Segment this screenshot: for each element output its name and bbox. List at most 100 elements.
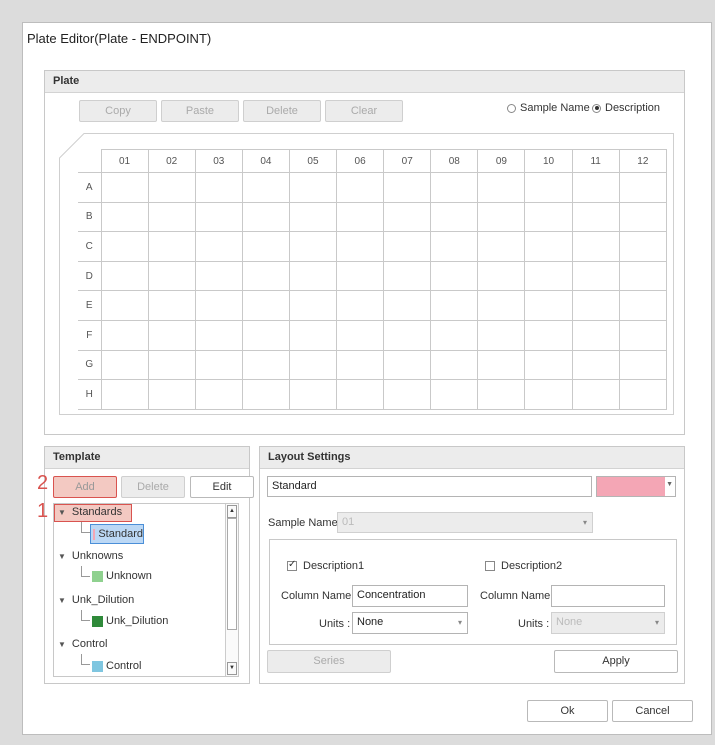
- well-cell[interactable]: [100, 172, 149, 203]
- row-header[interactable]: G: [78, 349, 102, 381]
- well-cell[interactable]: [241, 231, 290, 262]
- well-cell[interactable]: [618, 349, 668, 381]
- well-cell[interactable]: [147, 349, 196, 381]
- expand-icon[interactable]: ▼: [58, 552, 66, 561]
- well-cell[interactable]: [524, 379, 573, 410]
- well-cell[interactable]: [194, 260, 243, 292]
- expand-icon[interactable]: ▼: [58, 508, 66, 517]
- well-cell[interactable]: [288, 260, 338, 292]
- description-radio[interactable]: Description: [592, 102, 660, 114]
- well-cell[interactable]: [241, 172, 290, 203]
- well-cell[interactable]: [477, 260, 526, 292]
- well-cell[interactable]: [100, 260, 149, 292]
- well-cell[interactable]: [571, 290, 620, 321]
- column-name-2-input[interactable]: [551, 585, 665, 607]
- well-cell[interactable]: [241, 290, 290, 321]
- sample-name-radio[interactable]: Sample Name: [507, 102, 590, 114]
- well-cell[interactable]: [147, 319, 196, 351]
- color-picker[interactable]: ▼: [596, 476, 676, 497]
- column-header[interactable]: 08: [430, 149, 479, 173]
- well-cell[interactable]: [147, 231, 196, 262]
- layout-name-input[interactable]: Standard: [267, 476, 592, 497]
- column-header[interactable]: 06: [336, 149, 385, 173]
- scroll-down-arrow[interactable]: ▼: [227, 662, 237, 675]
- ok-button[interactable]: Ok: [527, 700, 608, 722]
- well-cell[interactable]: [194, 379, 243, 410]
- well-cell[interactable]: [194, 172, 243, 203]
- well-cell[interactable]: [383, 260, 432, 292]
- tree-scrollbar[interactable]: ▲ ▼: [225, 504, 238, 676]
- well-cell[interactable]: [288, 290, 338, 321]
- well-cell[interactable]: [618, 172, 668, 203]
- well-cell[interactable]: [383, 379, 432, 410]
- well-cell[interactable]: [383, 201, 432, 233]
- well-cell[interactable]: [430, 260, 479, 292]
- add-template-button[interactable]: Add: [53, 476, 117, 498]
- well-cell[interactable]: [524, 260, 573, 292]
- sample-name-select[interactable]: 01 ▾: [337, 512, 593, 533]
- well-cell[interactable]: [147, 172, 196, 203]
- paste-button[interactable]: Paste: [161, 100, 239, 122]
- well-cell[interactable]: [618, 319, 668, 351]
- well-cell[interactable]: [430, 349, 479, 381]
- well-cell[interactable]: [100, 201, 149, 233]
- well-cell[interactable]: [524, 290, 573, 321]
- well-cell[interactable]: [336, 290, 385, 321]
- column-name-1-input[interactable]: Concentration: [352, 585, 468, 607]
- scroll-thumb[interactable]: [227, 518, 237, 630]
- well-cell[interactable]: [100, 349, 149, 381]
- well-cell[interactable]: [241, 260, 290, 292]
- column-header[interactable]: 05: [288, 149, 338, 173]
- well-cell[interactable]: [477, 290, 526, 321]
- well-cell[interactable]: [336, 349, 385, 381]
- well-cell[interactable]: [571, 172, 620, 203]
- well-cell[interactable]: [477, 231, 526, 262]
- well-cell[interactable]: [241, 379, 290, 410]
- description1-checkbox[interactable]: Description1: [287, 559, 364, 572]
- row-header[interactable]: A: [78, 172, 102, 203]
- row-header[interactable]: B: [78, 201, 102, 233]
- well-cell[interactable]: [241, 349, 290, 381]
- well-cell[interactable]: [383, 231, 432, 262]
- well-cell[interactable]: [524, 231, 573, 262]
- well-cell[interactable]: [100, 290, 149, 321]
- well-cell[interactable]: [571, 349, 620, 381]
- well-cell[interactable]: [288, 231, 338, 262]
- column-header[interactable]: 02: [147, 149, 196, 173]
- clear-button[interactable]: Clear: [325, 100, 403, 122]
- well-cell[interactable]: [571, 260, 620, 292]
- series-button[interactable]: Series: [267, 650, 391, 673]
- column-header[interactable]: 03: [194, 149, 243, 173]
- well-cell[interactable]: [194, 290, 243, 321]
- well-cell[interactable]: [477, 379, 526, 410]
- well-cell[interactable]: [100, 379, 149, 410]
- well-cell[interactable]: [477, 349, 526, 381]
- column-header[interactable]: 10: [524, 149, 573, 173]
- tree-group-control[interactable]: ▼ Control: [58, 638, 107, 650]
- well-cell[interactable]: [524, 349, 573, 381]
- well-cell[interactable]: [524, 319, 573, 351]
- well-cell[interactable]: [618, 201, 668, 233]
- column-header[interactable]: 09: [477, 149, 526, 173]
- well-cell[interactable]: [336, 260, 385, 292]
- well-cell[interactable]: [336, 172, 385, 203]
- well-cell[interactable]: [288, 349, 338, 381]
- row-header[interactable]: E: [78, 290, 102, 321]
- column-header[interactable]: 04: [241, 149, 290, 173]
- row-header[interactable]: H: [78, 379, 102, 410]
- delete-template-button[interactable]: Delete: [121, 476, 185, 498]
- tree-group-unknowns[interactable]: ▼ Unknowns: [58, 550, 123, 562]
- well-cell[interactable]: [194, 349, 243, 381]
- column-header[interactable]: 11: [571, 149, 620, 173]
- well-cell[interactable]: [147, 290, 196, 321]
- tree-item-unknown[interactable]: Unknown: [92, 570, 152, 582]
- well-cell[interactable]: [430, 319, 479, 351]
- well-cell[interactable]: [241, 201, 290, 233]
- well-cell[interactable]: [430, 201, 479, 233]
- expand-icon[interactable]: ▼: [58, 596, 66, 605]
- well-cell[interactable]: [288, 201, 338, 233]
- cancel-button[interactable]: Cancel: [612, 700, 693, 722]
- well-cell[interactable]: [430, 172, 479, 203]
- well-cell[interactable]: [571, 201, 620, 233]
- apply-button[interactable]: Apply: [554, 650, 678, 673]
